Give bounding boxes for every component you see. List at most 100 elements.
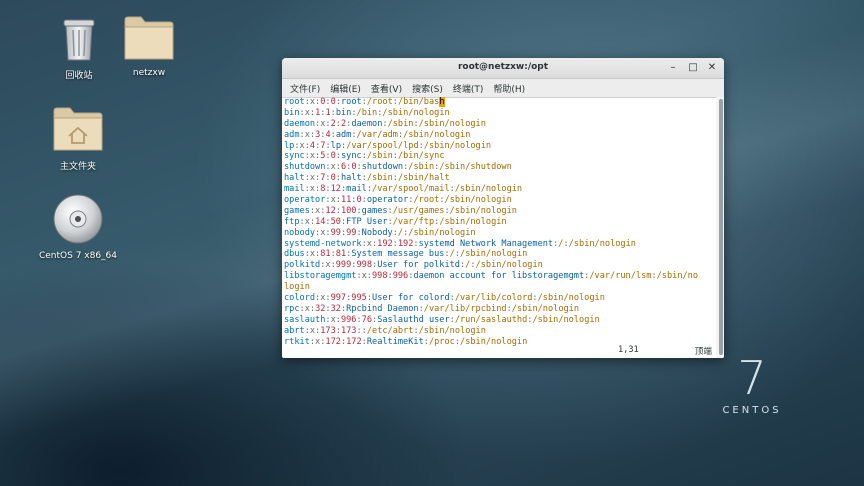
passwd-shell: /sbin/nologin [449,205,517,216]
passwd-separator: :x: [325,162,341,173]
passwd-shell: /sbin/nologin [568,238,636,249]
passwd-gecos: System message bus [351,249,445,260]
passwd-gecos: operator [366,195,409,206]
passwd-gecos: systemd Network Management [418,238,554,249]
passwd-shell: /sbin/shutdown [439,162,512,173]
passwd-line: ftp:x:14:50:FTP User:/var/ftp:/sbin/nolo… [284,217,714,228]
passwd-shell: /sbin/nologin [423,140,492,151]
passwd-gecos: shutdown [361,162,404,173]
passwd-separator: :x: [304,249,321,260]
passwd-shell: /sbin/nologin [382,107,450,118]
passwd-home: /var/ftp [392,216,435,227]
passwd-gid: 996 [392,271,409,282]
minimize-icon[interactable]: – [666,61,680,75]
passwd-line: games:x:12:100:games:/usr/games:/sbin/no… [284,206,714,217]
passwd-line: mail:x:8:12:mail:/var/spool/mail:/sbin/n… [284,184,714,195]
passwd-home: /run/saslauthd [454,314,528,325]
passwd-line: daemon:x:2:2:daemon:/sbin:/sbin/nologin [284,119,714,130]
passwd-username: daemon [284,118,316,129]
passwd-separator: :x: [299,129,316,140]
passwd-home: /root [413,195,440,206]
terminal-titlebar[interactable]: root@netzxw:/opt – □ ✕ [282,58,724,79]
passwd-line: adm:x:3:4:adm:/var/adm:/sbin/nologin [284,130,714,141]
passwd-separator: :x: [315,293,331,304]
passwd-separator: :x: [315,227,331,238]
menu-view[interactable]: 查看(V) [366,82,407,95]
passwd-gecos: Rpcbind Daemon [346,303,419,314]
passwd-line-wrap: login [284,282,714,293]
passwd-line: dbus:x:81:81:System message bus:/:/sbin/… [284,249,714,260]
passwd-uid: 32 [315,303,326,314]
passwd-line: libstoragemgmt:x:998:996:daemon account … [284,271,714,282]
passwd-line: root:x:0:0:root:/root:/bin/bash [284,97,714,108]
menu-terminal[interactable]: 终端(T) [448,82,489,95]
passwd-uid: 192 [377,238,393,249]
maximize-icon[interactable]: □ [686,61,700,75]
passwd-gid: 99 [346,227,357,238]
passwd-gecos: Nobody [361,227,393,238]
passwd-uid: 996 [340,314,357,325]
passwd-separator: :x: [320,260,336,271]
passwd-separator: :x: [299,303,316,314]
passwd-home: /etc/abrt [366,325,414,336]
vim-status-line: 1,31 顶端 [282,345,712,357]
passwd-uid: 997 [330,293,347,304]
passwd-separator: :x: [304,325,321,336]
terminal-window[interactable]: root@netzxw:/opt – □ ✕ 文件(F) 编辑(E) 查看(V)… [282,58,724,358]
menu-edit[interactable]: 编辑(E) [325,82,366,95]
desktop-icon-centos-disc[interactable]: CentOS 7 x86_64 [33,193,123,261]
passwd-separator: :x: [315,118,331,129]
passwd-separator: :x: [304,173,321,184]
passwd-line: operator:x:11:0:operator:/root:/sbin/nol… [284,195,714,206]
passwd-username: systemd-network [284,238,362,249]
home-folder-label: 主文件夹 [59,162,96,172]
passwd-gecos: halt [340,173,362,184]
passwd-username: adm [284,129,300,140]
passwd-uid: 998 [371,271,388,282]
passwd-shell: /sbin/nologin [454,184,523,195]
passwd-gecos: mail [346,184,367,195]
passwd-gecos: FTP User [346,216,388,227]
menu-search[interactable]: 搜索(S) [407,82,448,95]
passwd-shell: /sbin/no [656,271,699,282]
passwd-separator: :x: [325,314,341,325]
passwd-uid: 11 [340,195,352,206]
passwd-separator: :x: [299,216,316,227]
passwd-username: dbus [284,249,305,260]
centos-branding: 7 CENTOS [712,355,792,416]
passwd-shell: /sbin/nologin [460,249,528,260]
scrollbar-thumb[interactable] [719,99,723,355]
passwd-home: /bin [356,107,378,118]
passwd-gecos: User for polkitd [377,260,460,271]
passwd-shell: /sbin/nologin [408,227,476,238]
passwd-shell: /sbin/nologin [511,303,580,314]
passwd-line: nobody:x:99:99:Nobody:/:/sbin/nologin [284,228,714,239]
menu-help[interactable]: 帮助(H) [488,82,530,95]
passwd-separator: :x: [304,97,321,107]
disc-label: CentOS 7 x86_64 [38,251,118,261]
passwd-home: /var/run/lsm [589,271,652,282]
passwd-separator: :x: [361,238,378,249]
passwd-username: halt [284,173,305,184]
desktop-icon-netzxw-folder[interactable]: netzxw [104,14,194,78]
passwd-home: /var/adm [356,129,398,140]
passwd-gecos: daemon [351,118,383,129]
terminal-text-area[interactable]: root:x:0:0:root:/root:/bin/bash bin:x:1:1… [282,97,716,358]
passwd-shell: /bin/sync [397,151,445,162]
netzxw-folder-label: netzxw [132,68,166,78]
passwd-line: shutdown:x:6:0:shutdown:/sbin:/sbin/shut… [284,162,714,173]
folder-icon [124,16,174,60]
passwd-line: abrt:x:173:173::/etc/abrt:/sbin/nologin [284,326,714,337]
passwd-shell-wrap: login [284,282,310,293]
passwd-gid: 995 [351,293,367,304]
desktop-icon-home-folder[interactable]: 主文件夹 [33,105,123,172]
passwd-username: shutdown [284,162,326,173]
terminal-scrollbar[interactable] [716,97,724,358]
passwd-line: polkitd:x:999:998:User for polkitd:/:/sb… [284,260,714,271]
passwd-line: colord:x:997:995:User for colord:/var/li… [284,293,714,304]
passwd-separator: :x: [304,151,321,162]
passwd-gecos: lp [330,140,341,151]
menu-file[interactable]: 文件(F) [285,82,325,95]
close-icon[interactable]: ✕ [705,61,719,75]
passwd-gecos: User for colord [372,293,450,304]
